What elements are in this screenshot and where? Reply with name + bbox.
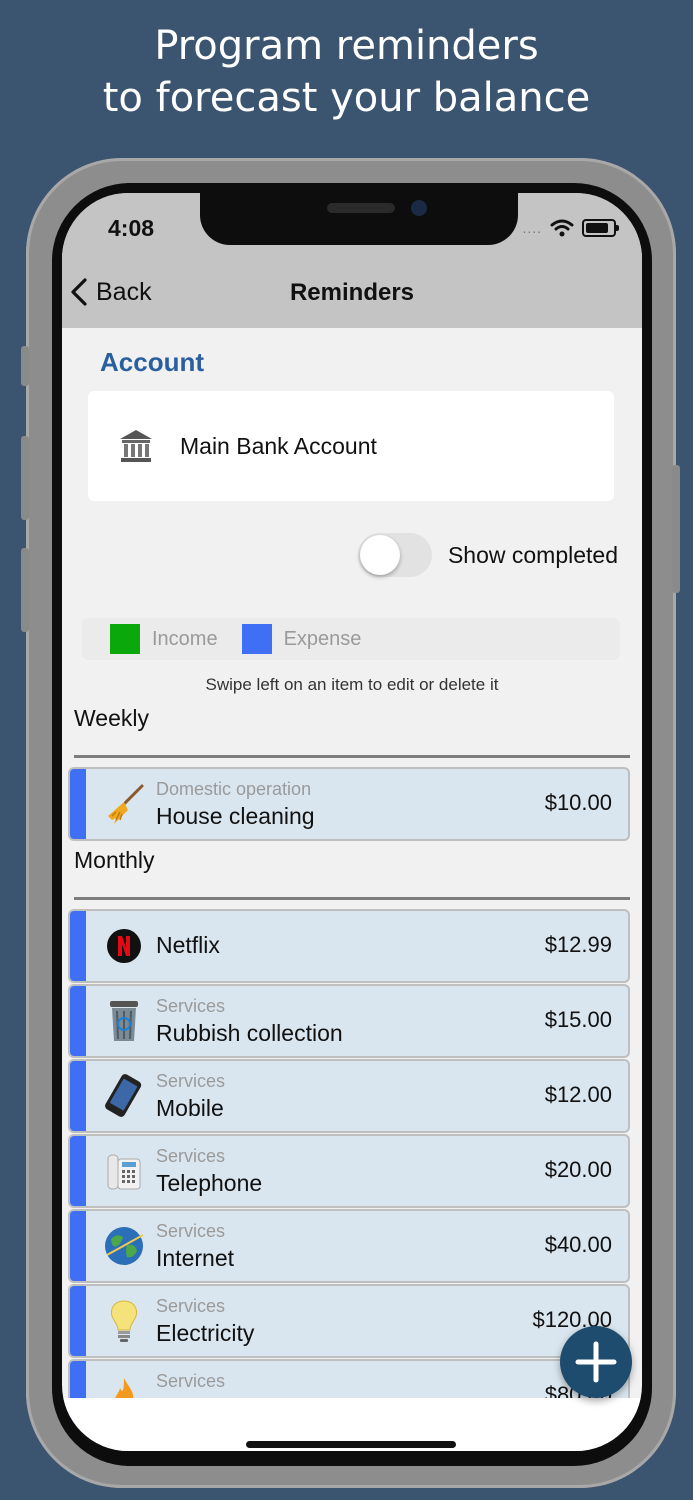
show-completed-row: Show completed — [357, 533, 618, 577]
reminder-row[interactable]: Netflix $12.99 — [70, 911, 628, 981]
broom-icon — [102, 782, 146, 826]
reminder-amount: $20.00 — [544, 1157, 612, 1182]
speaker-grille — [327, 203, 395, 213]
reminder-name: House cleaning — [156, 803, 315, 829]
expense-swatch — [241, 624, 272, 654]
reminder-category: Domestic operation — [156, 779, 312, 799]
group-divider-weekly — [74, 755, 630, 758]
globe-icon — [102, 1224, 146, 1268]
promo-line-2: to forecast your balance — [102, 75, 591, 121]
status-bar: 4:08 .... Back Reminders — [62, 193, 642, 328]
add-reminder-button[interactable] — [560, 1326, 632, 1398]
toggle-knob — [359, 535, 400, 575]
reminder-row[interactable]: Services Rubbish collection $15.00 — [70, 986, 628, 1056]
bank-icon — [120, 430, 152, 462]
reminder-amount: $40.00 — [544, 1232, 612, 1257]
phone-silent-switch — [21, 346, 29, 386]
back-button[interactable]: Back — [70, 277, 152, 307]
expense-indicator — [70, 769, 86, 839]
group-label-weekly: Weekly — [74, 705, 149, 731]
reminder-category: Services — [156, 1221, 226, 1241]
battery-icon — [582, 219, 619, 237]
plus-icon — [575, 1341, 617, 1383]
reminder-category: Services — [156, 1146, 226, 1166]
reminder-category: Services — [156, 1296, 226, 1316]
mobile-phone-icon — [102, 1074, 146, 1118]
reminder-amount: $15.00 — [544, 1007, 612, 1032]
reminder-row[interactable]: Services Internet $40.00 — [70, 1211, 628, 1281]
legend-expense: Expense — [241, 624, 362, 654]
reminder-category: Services — [156, 996, 226, 1016]
phone-volume-up — [21, 436, 29, 520]
phone-screen: 4:08 .... Back Reminders Account Main Ba… — [62, 193, 642, 1451]
reminder-name: Internet — [156, 1245, 234, 1271]
expense-indicator — [70, 1211, 86, 1281]
phone-power-button — [672, 465, 680, 593]
reminder-name: Electricity — [156, 1320, 255, 1346]
expense-label: Expense — [283, 627, 362, 650]
show-completed-label: Show completed — [447, 541, 618, 568]
telephone-icon — [102, 1149, 146, 1193]
reminder-amount: $12.99 — [544, 932, 612, 957]
account-name: Main Bank Account — [180, 432, 377, 459]
home-indicator[interactable] — [246, 1441, 456, 1448]
show-completed-toggle[interactable] — [357, 533, 432, 577]
expense-indicator — [70, 1286, 86, 1356]
reminder-row[interactable]: Domestic operation House cleaning $10.00 — [70, 769, 628, 839]
group-divider-monthly — [74, 897, 630, 900]
trash-bin-icon — [102, 999, 146, 1043]
notch — [200, 193, 518, 245]
promo-headline: Program reminders to forecast your balan… — [0, 20, 693, 124]
phone-volume-down — [21, 548, 29, 632]
front-camera — [411, 200, 427, 216]
legend: Income Expense — [82, 618, 620, 660]
account-selector[interactable]: Main Bank Account — [88, 391, 614, 501]
wifi-icon — [550, 219, 574, 237]
income-swatch — [110, 624, 140, 654]
lightbulb-icon — [102, 1299, 146, 1343]
netflix-icon — [102, 924, 146, 968]
swipe-hint: Swipe left on an item to edit or delete … — [205, 675, 499, 694]
chevron-left-icon — [71, 278, 87, 306]
signal-dots: .... — [522, 220, 542, 236]
income-label: Income — [152, 627, 218, 650]
expense-indicator — [70, 986, 86, 1056]
back-label: Back — [96, 277, 152, 306]
reminder-category: Services — [156, 1071, 226, 1091]
reminder-name: Telephone — [156, 1170, 263, 1196]
expense-indicator — [70, 1136, 86, 1206]
reminder-name: Rubbish collection — [156, 1020, 343, 1046]
status-icons: .... — [522, 219, 619, 237]
expense-indicator — [70, 911, 86, 981]
group-label-monthly: Monthly — [74, 847, 155, 873]
reminder-row[interactable]: Services Telephone $20.00 — [70, 1136, 628, 1206]
reminder-amount: $12.00 — [544, 1082, 612, 1107]
reminder-row[interactable]: Services Electricity $120.00 — [70, 1286, 628, 1356]
reminder-amount: $10.00 — [544, 790, 612, 815]
expense-indicator — [70, 1061, 86, 1131]
reminder-category: Services — [156, 1371, 226, 1391]
account-section-title: Account — [100, 347, 204, 377]
reminder-name: Netflix — [156, 932, 220, 958]
status-time: 4:08 — [108, 215, 155, 241]
legend-income: Income — [110, 624, 218, 654]
reminder-row[interactable]: Services Mobile $12.00 — [70, 1061, 628, 1131]
reminder-name: Mobile — [156, 1095, 224, 1121]
promo-line-1: Program reminders — [154, 23, 539, 69]
